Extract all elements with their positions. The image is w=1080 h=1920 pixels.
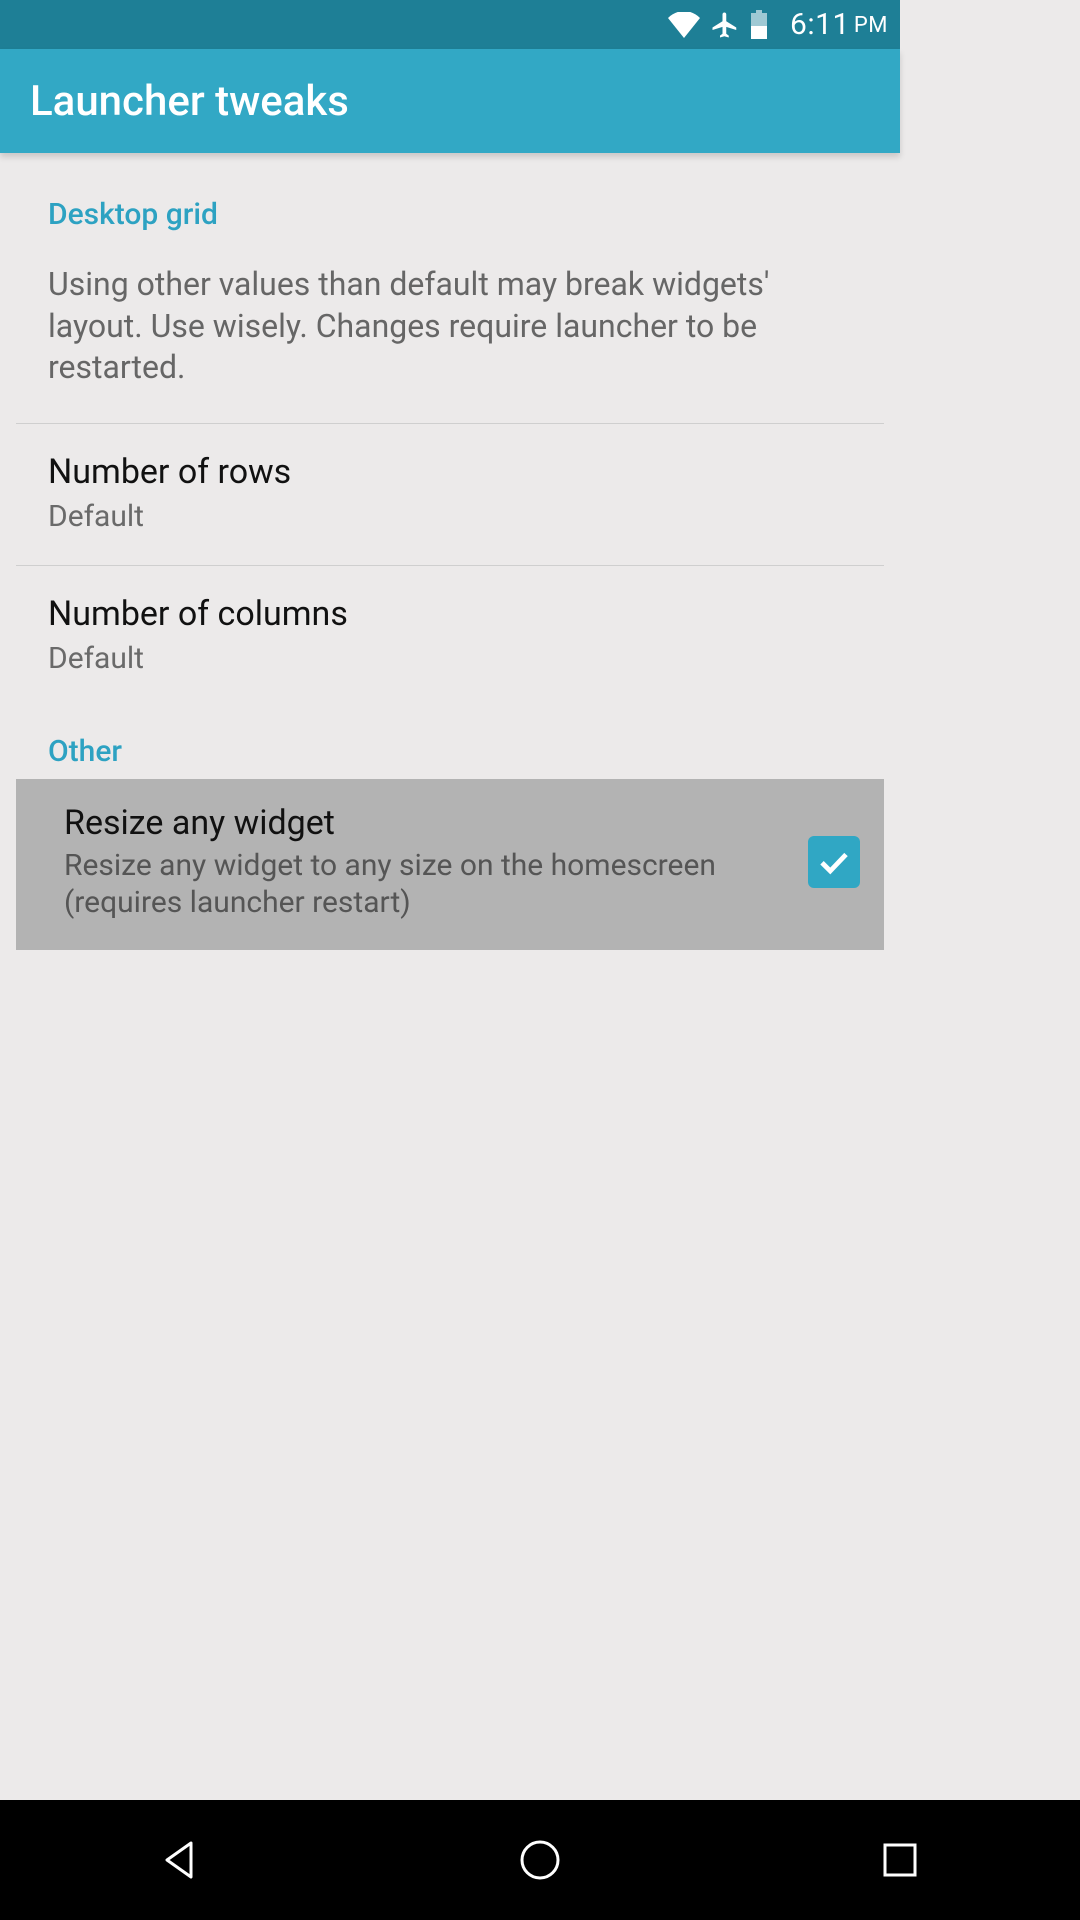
status-bar: 6:11PM: [0, 0, 900, 49]
setting-resize-any-widget[interactable]: Resize any widget Resize any widget to a…: [16, 779, 884, 950]
wifi-icon: [668, 12, 700, 38]
setting-rows[interactable]: Number of rows Default: [0, 424, 900, 566]
resize-description: Resize any widget to any size on the hom…: [64, 847, 788, 922]
setting-columns[interactable]: Number of columns Default: [0, 566, 900, 708]
check-icon: [816, 844, 852, 880]
setting-columns-title: Number of columns: [48, 594, 852, 634]
app-bar: Launcher tweaks: [0, 49, 900, 153]
resize-checkbox[interactable]: [808, 836, 860, 888]
status-icons: 6:11PM: [668, 7, 888, 42]
status-time-ampm: PM: [854, 13, 888, 38]
airplane-icon: [710, 10, 740, 40]
section-header-desktop-grid: Desktop grid: [0, 177, 900, 242]
settings-content: Desktop grid Using other values than def…: [0, 153, 900, 950]
status-time: 6:11PM: [790, 7, 888, 42]
resize-text: Resize any widget Resize any widget to a…: [64, 803, 788, 922]
section-header-other: Other: [0, 708, 900, 773]
status-time-value: 6:11: [790, 7, 850, 42]
home-button[interactable]: [505, 1825, 575, 1895]
navigation-bar: [0, 1800, 1080, 1920]
resize-title: Resize any widget: [64, 803, 788, 843]
setting-rows-value: Default: [48, 498, 852, 536]
back-button[interactable]: [145, 1825, 215, 1895]
desktop-grid-description: Using other values than default may brea…: [0, 242, 900, 423]
battery-icon: [750, 10, 768, 40]
setting-columns-value: Default: [48, 640, 852, 678]
page-title: Launcher tweaks: [30, 77, 349, 126]
setting-rows-title: Number of rows: [48, 452, 852, 492]
recent-apps-button[interactable]: [865, 1825, 935, 1895]
